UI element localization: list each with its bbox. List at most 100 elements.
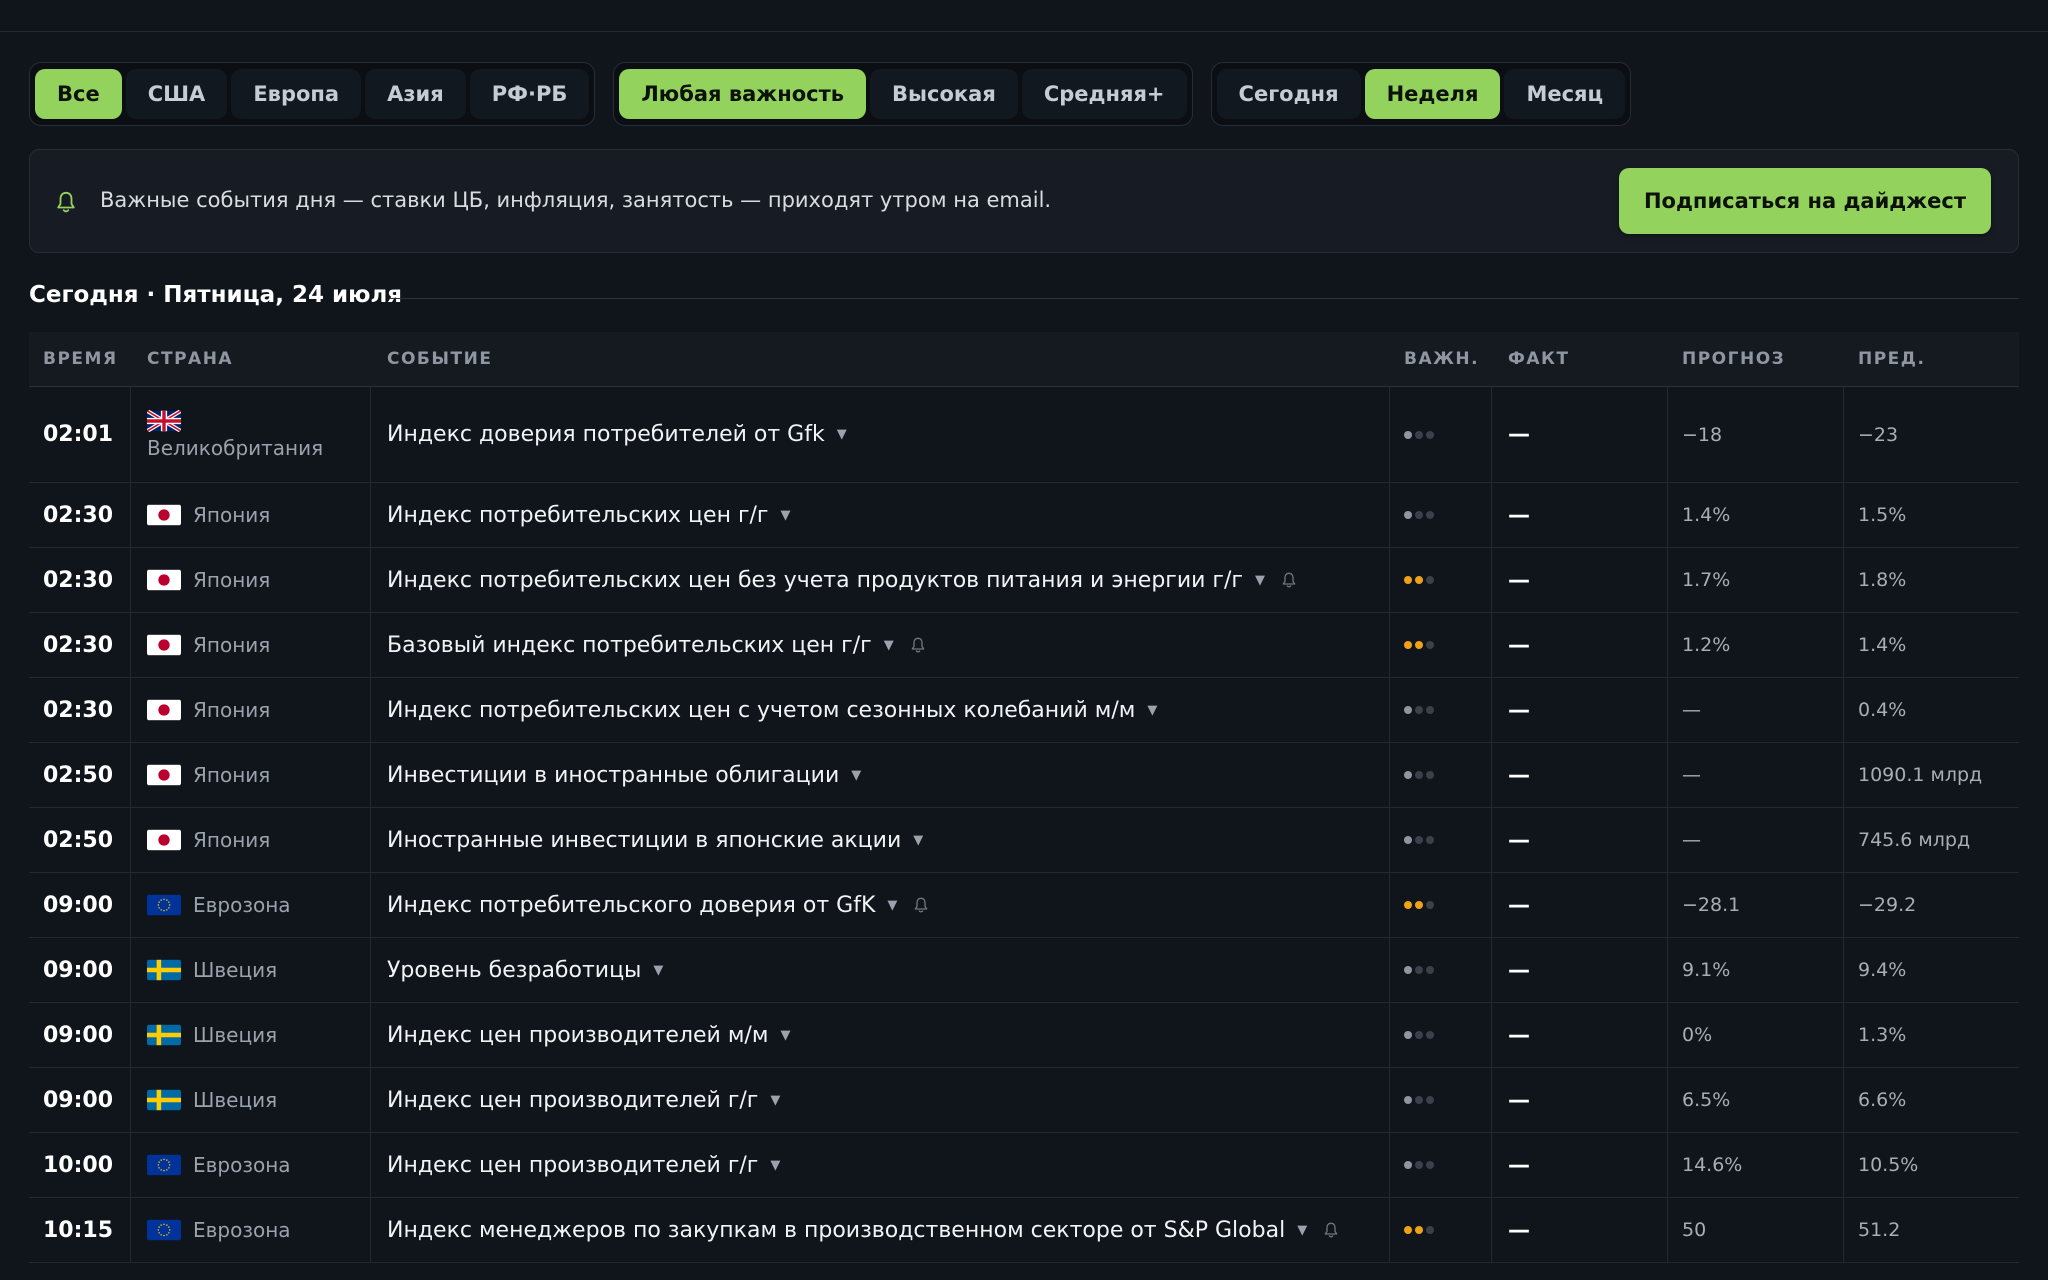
chevron-down-icon[interactable]: ▼ bbox=[780, 1028, 790, 1043]
chevron-down-icon[interactable]: ▼ bbox=[884, 638, 894, 653]
event-name[interactable]: Индекс доверия потребителей от Gfk bbox=[387, 422, 825, 447]
chevron-down-icon[interactable]: ▼ bbox=[1297, 1223, 1307, 1238]
table-row[interactable]: 02:30 Япония Индекс потребительских цен г/… bbox=[29, 483, 2019, 548]
period-filter-chip[interactable]: Неделя bbox=[1364, 69, 1501, 119]
event-name[interactable]: Индекс цен производителей г/г bbox=[387, 1088, 758, 1113]
event-cell[interactable]: Инвестиции в иностранные облигации ▼ bbox=[387, 763, 861, 788]
importance-dot bbox=[1415, 1226, 1423, 1234]
importance-filter-group: Любая важность Высокая Средняя+ bbox=[613, 62, 1193, 126]
importance-filter-chip[interactable]: Высокая bbox=[870, 69, 1018, 119]
column-country[interactable]: СТРАНА bbox=[131, 349, 371, 369]
uk-flag-icon bbox=[147, 409, 181, 432]
importance-indicator bbox=[1404, 966, 1434, 974]
event-cell[interactable]: Индекс менеджеров по закупкам в производ… bbox=[387, 1218, 1339, 1243]
country-cell: Япония bbox=[147, 698, 270, 722]
chevron-down-icon[interactable]: ▼ bbox=[913, 833, 923, 848]
region-filter-chip[interactable]: Европа bbox=[231, 69, 362, 119]
chevron-down-icon[interactable]: ▼ bbox=[851, 768, 861, 783]
column-event[interactable]: СОБЫТИЕ bbox=[371, 349, 1390, 369]
table-row[interactable]: 02:30 Япония Индекс потребительских цен с … bbox=[29, 678, 2019, 743]
chevron-down-icon[interactable]: ▼ bbox=[1255, 573, 1265, 588]
chevron-down-icon[interactable]: ▼ bbox=[653, 963, 663, 978]
subscribe-digest-button[interactable]: Подписаться на дайджест bbox=[1619, 168, 1991, 234]
fact-value: — bbox=[1508, 1152, 1530, 1178]
event-cell[interactable]: Индекс цен производителей г/г ▼ bbox=[387, 1088, 780, 1113]
importance-filter-chip[interactable]: Средняя+ bbox=[1021, 69, 1187, 119]
table-row[interactable]: 09:00 Еврозона Индекс потребительского дов… bbox=[29, 873, 2019, 938]
event-name[interactable]: Индекс потребительских цен с учетом сезо… bbox=[387, 698, 1135, 723]
previous-value: −29.2 bbox=[1858, 894, 1917, 916]
event-time: 02:30 bbox=[43, 632, 114, 658]
region-filter-chip[interactable]: РФ·РБ bbox=[469, 69, 590, 119]
chevron-down-icon[interactable]: ▼ bbox=[780, 508, 790, 523]
country-cell: Япония bbox=[147, 763, 270, 787]
event-name[interactable]: Иностранные инвестиции в японские акции bbox=[387, 828, 901, 853]
jp-flag-icon bbox=[147, 699, 181, 721]
event-cell[interactable]: Индекс потребительских цен без учета про… bbox=[387, 568, 1297, 593]
event-time: 09:00 bbox=[43, 1022, 114, 1048]
reminder-bell-icon[interactable] bbox=[910, 636, 926, 654]
table-row[interactable]: 09:00 Швеция Индекс цен производителей г/г… bbox=[29, 1068, 2019, 1133]
event-cell[interactable]: Индекс цен производителей м/м ▼ bbox=[387, 1023, 790, 1048]
event-cell[interactable]: Базовый индекс потребительских цен г/г ▼ bbox=[387, 633, 926, 658]
top-divider bbox=[0, 31, 2048, 32]
reminder-bell-icon[interactable] bbox=[913, 896, 929, 914]
importance-dot bbox=[1415, 1031, 1423, 1039]
table-row[interactable]: 02:50 Япония Иностранные инвестиции в япон… bbox=[29, 808, 2019, 873]
table-row[interactable]: 10:15 Еврозона Индекс менеджеров по закупк… bbox=[29, 1198, 2019, 1263]
column-fact[interactable]: ФАКТ bbox=[1492, 349, 1668, 369]
event-cell[interactable]: Индекс потребительских цен г/г ▼ bbox=[387, 503, 790, 528]
importance-filter-chip[interactable]: Любая важность bbox=[619, 69, 867, 119]
table-row[interactable]: 09:00 Швеция Уровень безработицы ▼ — 9.1% 9.4% bbox=[29, 938, 2019, 1003]
event-cell[interactable]: Индекс потребительского доверия от GfK ▼ bbox=[387, 893, 929, 918]
importance-dot bbox=[1426, 1031, 1434, 1039]
event-cell[interactable]: Индекс доверия потребителей от Gfk ▼ bbox=[387, 422, 847, 447]
event-cell[interactable]: Уровень безработицы ▼ bbox=[387, 958, 663, 983]
column-importance[interactable]: ВАЖН. bbox=[1390, 349, 1492, 369]
event-name[interactable]: Инвестиции в иностранные облигации bbox=[387, 763, 839, 788]
column-previous[interactable]: ПРЕД. bbox=[1844, 349, 2019, 369]
table-row[interactable]: 09:00 Швеция Индекс цен производителей м/м… bbox=[29, 1003, 2019, 1068]
period-filter-chip[interactable]: Месяц bbox=[1504, 69, 1626, 119]
table-row[interactable]: 10:00 Еврозона Индекс цен производителей г… bbox=[29, 1133, 2019, 1198]
importance-dot bbox=[1415, 576, 1423, 584]
event-name[interactable]: Индекс цен производителей м/м bbox=[387, 1023, 768, 1048]
region-filter-chip[interactable]: Все bbox=[35, 69, 122, 119]
region-filter-chip[interactable]: США bbox=[125, 69, 228, 119]
period-filter-group: Сегодня Неделя Месяц bbox=[1210, 62, 1632, 126]
column-forecast[interactable]: ПРОГНОЗ bbox=[1668, 349, 1844, 369]
event-name[interactable]: Индекс потребительских цен без учета про… bbox=[387, 568, 1243, 593]
chevron-down-icon[interactable]: ▼ bbox=[770, 1158, 780, 1173]
event-name[interactable]: Индекс потребительского доверия от GfK bbox=[387, 893, 875, 918]
event-cell[interactable]: Иностранные инвестиции в японские акции ▼ bbox=[387, 828, 923, 853]
event-name[interactable]: Уровень безработицы bbox=[387, 958, 641, 983]
table-row[interactable]: 02:30 Япония Базовый индекс потребительски… bbox=[29, 613, 2019, 678]
event-cell[interactable]: Индекс потребительских цен с учетом сезо… bbox=[387, 698, 1157, 723]
chevron-down-icon[interactable]: ▼ bbox=[1147, 703, 1157, 718]
event-time: 02:30 bbox=[43, 697, 114, 723]
event-cell[interactable]: Индекс цен производителей г/г ▼ bbox=[387, 1153, 780, 1178]
chevron-down-icon[interactable]: ▼ bbox=[887, 898, 897, 913]
reminder-bell-icon[interactable] bbox=[1323, 1221, 1339, 1239]
column-time[interactable]: ВРЕМЯ bbox=[29, 349, 131, 369]
table-body: 02:01 Великобритания Индекс доверия потреб… bbox=[29, 387, 2019, 1263]
region-filter-chip[interactable]: Азия bbox=[365, 69, 466, 119]
reminder-bell-icon[interactable] bbox=[1281, 571, 1297, 589]
chevron-down-icon[interactable]: ▼ bbox=[837, 427, 847, 442]
chevron-down-icon[interactable]: ▼ bbox=[770, 1093, 780, 1108]
importance-indicator bbox=[1404, 1226, 1434, 1234]
importance-indicator bbox=[1404, 576, 1434, 584]
table-row[interactable]: 02:01 Великобритания Индекс доверия потреб… bbox=[29, 387, 2019, 483]
table-row[interactable]: 02:50 Япония Инвестиции в иностранные обли… bbox=[29, 743, 2019, 808]
importance-dot bbox=[1415, 641, 1423, 649]
event-name[interactable]: Базовый индекс потребительских цен г/г bbox=[387, 633, 872, 658]
fact-value: — bbox=[1508, 567, 1530, 593]
forecast-value: — bbox=[1682, 829, 1701, 851]
period-filter-chip[interactable]: Сегодня bbox=[1216, 69, 1361, 119]
importance-dot bbox=[1404, 1031, 1412, 1039]
event-name[interactable]: Индекс цен производителей г/г bbox=[387, 1153, 758, 1178]
event-name[interactable]: Индекс менеджеров по закупкам в производ… bbox=[387, 1218, 1285, 1243]
importance-dot bbox=[1426, 836, 1434, 844]
table-row[interactable]: 02:30 Япония Индекс потребительских цен бе… bbox=[29, 548, 2019, 613]
event-name[interactable]: Индекс потребительских цен г/г bbox=[387, 503, 768, 528]
